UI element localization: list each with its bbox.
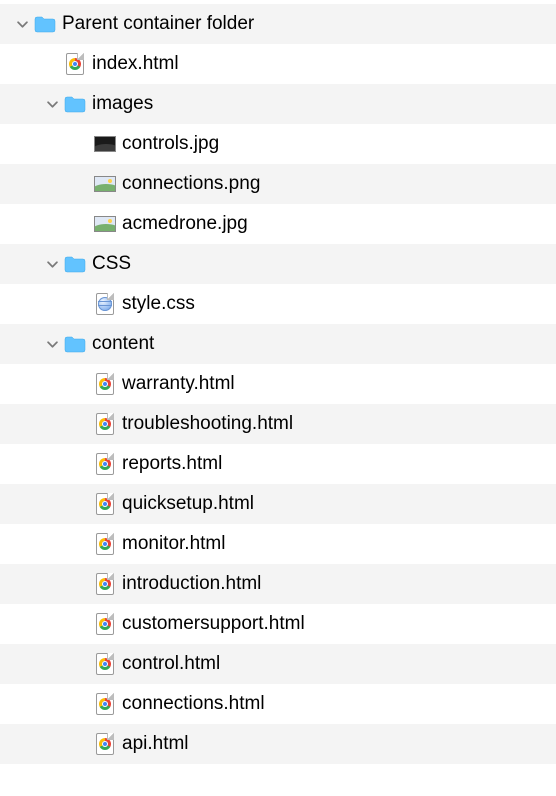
tree-item-label: control.html xyxy=(122,653,220,675)
tree-item-label: connections.png xyxy=(122,173,260,195)
image-jpg-icon xyxy=(94,133,116,155)
tree-item-label: troubleshooting.html xyxy=(122,413,293,435)
tree-row[interactable]: api.html xyxy=(0,724,556,764)
tree-item-label: warranty.html xyxy=(122,373,235,395)
folder-icon xyxy=(34,13,56,35)
tree-row[interactable]: customersupport.html xyxy=(0,604,556,644)
tree-item-label: acmedrone.jpg xyxy=(122,213,248,235)
tree-item-label: customersupport.html xyxy=(122,613,305,635)
css-file-icon xyxy=(94,293,116,315)
image-png-icon xyxy=(94,173,116,195)
chevron-down-icon[interactable] xyxy=(46,98,58,110)
tree-row[interactable]: connections.html xyxy=(0,684,556,724)
tree-row[interactable]: control.html xyxy=(0,644,556,684)
tree-item-label: controls.jpg xyxy=(122,133,219,155)
tree-item-label: api.html xyxy=(122,733,189,755)
tree-row[interactable]: monitor.html xyxy=(0,524,556,564)
tree-row[interactable]: CSS xyxy=(0,244,556,284)
folder-icon xyxy=(64,333,86,355)
chrome-html-icon xyxy=(94,573,116,595)
tree-item-label: connections.html xyxy=(122,693,265,715)
tree-row[interactable]: acmedrone.jpg xyxy=(0,204,556,244)
tree-item-label: introduction.html xyxy=(122,573,261,595)
tree-item-label: Parent container folder xyxy=(62,13,254,35)
chrome-html-icon xyxy=(94,613,116,635)
chrome-html-icon xyxy=(94,733,116,755)
chevron-down-icon[interactable] xyxy=(46,338,58,350)
tree-item-label: content xyxy=(92,333,154,355)
tree-item-label: reports.html xyxy=(122,453,222,475)
image-jpg-icon xyxy=(94,213,116,235)
tree-item-label: quicksetup.html xyxy=(122,493,254,515)
tree-row[interactable]: images xyxy=(0,84,556,124)
tree-row[interactable]: connections.png xyxy=(0,164,556,204)
chrome-html-icon xyxy=(94,373,116,395)
tree-item-label: index.html xyxy=(92,53,179,75)
tree-row[interactable]: troubleshooting.html xyxy=(0,404,556,444)
chrome-html-icon xyxy=(94,413,116,435)
chrome-html-icon xyxy=(64,53,86,75)
tree-row[interactable]: content xyxy=(0,324,556,364)
tree-item-label: style.css xyxy=(122,293,195,315)
tree-item-label: CSS xyxy=(92,253,131,275)
chevron-down-icon[interactable] xyxy=(46,258,58,270)
tree-row[interactable]: Parent container folder xyxy=(0,4,556,44)
tree-row[interactable]: index.html xyxy=(0,44,556,84)
file-tree: Parent container folder index.html image… xyxy=(0,0,556,764)
folder-icon xyxy=(64,93,86,115)
tree-item-label: monitor.html xyxy=(122,533,225,555)
chrome-html-icon xyxy=(94,493,116,515)
chrome-html-icon xyxy=(94,653,116,675)
tree-row[interactable]: introduction.html xyxy=(0,564,556,604)
tree-row[interactable]: quicksetup.html xyxy=(0,484,556,524)
chevron-down-icon[interactable] xyxy=(16,18,28,30)
chrome-html-icon xyxy=(94,453,116,475)
tree-row[interactable]: style.css xyxy=(0,284,556,324)
tree-row[interactable]: warranty.html xyxy=(0,364,556,404)
tree-row[interactable]: reports.html xyxy=(0,444,556,484)
chrome-html-icon xyxy=(94,533,116,555)
tree-item-label: images xyxy=(92,93,153,115)
tree-row[interactable]: controls.jpg xyxy=(0,124,556,164)
folder-icon xyxy=(64,253,86,275)
chrome-html-icon xyxy=(94,693,116,715)
